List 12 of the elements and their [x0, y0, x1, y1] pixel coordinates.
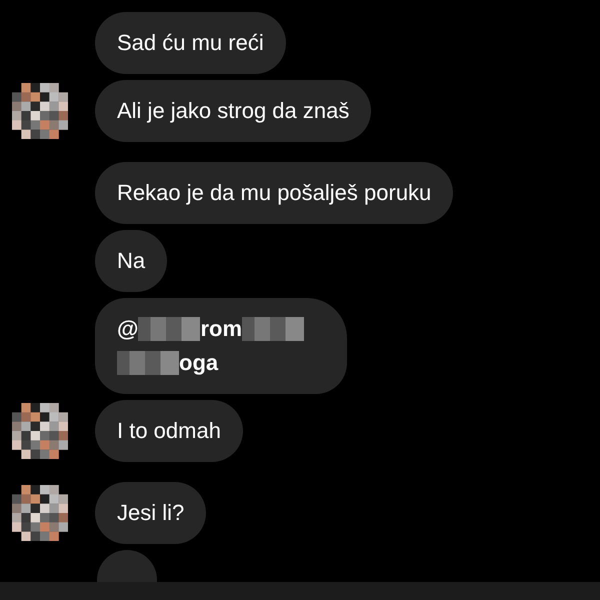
redacted-mark: [242, 317, 304, 341]
redacted-mark: [117, 351, 179, 375]
redacted-mark: [138, 317, 200, 341]
message-bubble: Sad ću mu reći: [95, 12, 286, 74]
mention-text: rom: [200, 315, 242, 343]
message-bubble: Rekao je da mu pošalješ poruku: [95, 162, 454, 224]
message-bubble: I to odmah: [95, 400, 243, 462]
mention-text: oga: [179, 349, 218, 377]
message-bubble: Jesi li?: [95, 482, 206, 544]
message-bubble: Na: [95, 230, 168, 292]
mention-text: @: [117, 315, 138, 343]
message-bubble: Ali je jako strog da znaš: [95, 80, 372, 142]
